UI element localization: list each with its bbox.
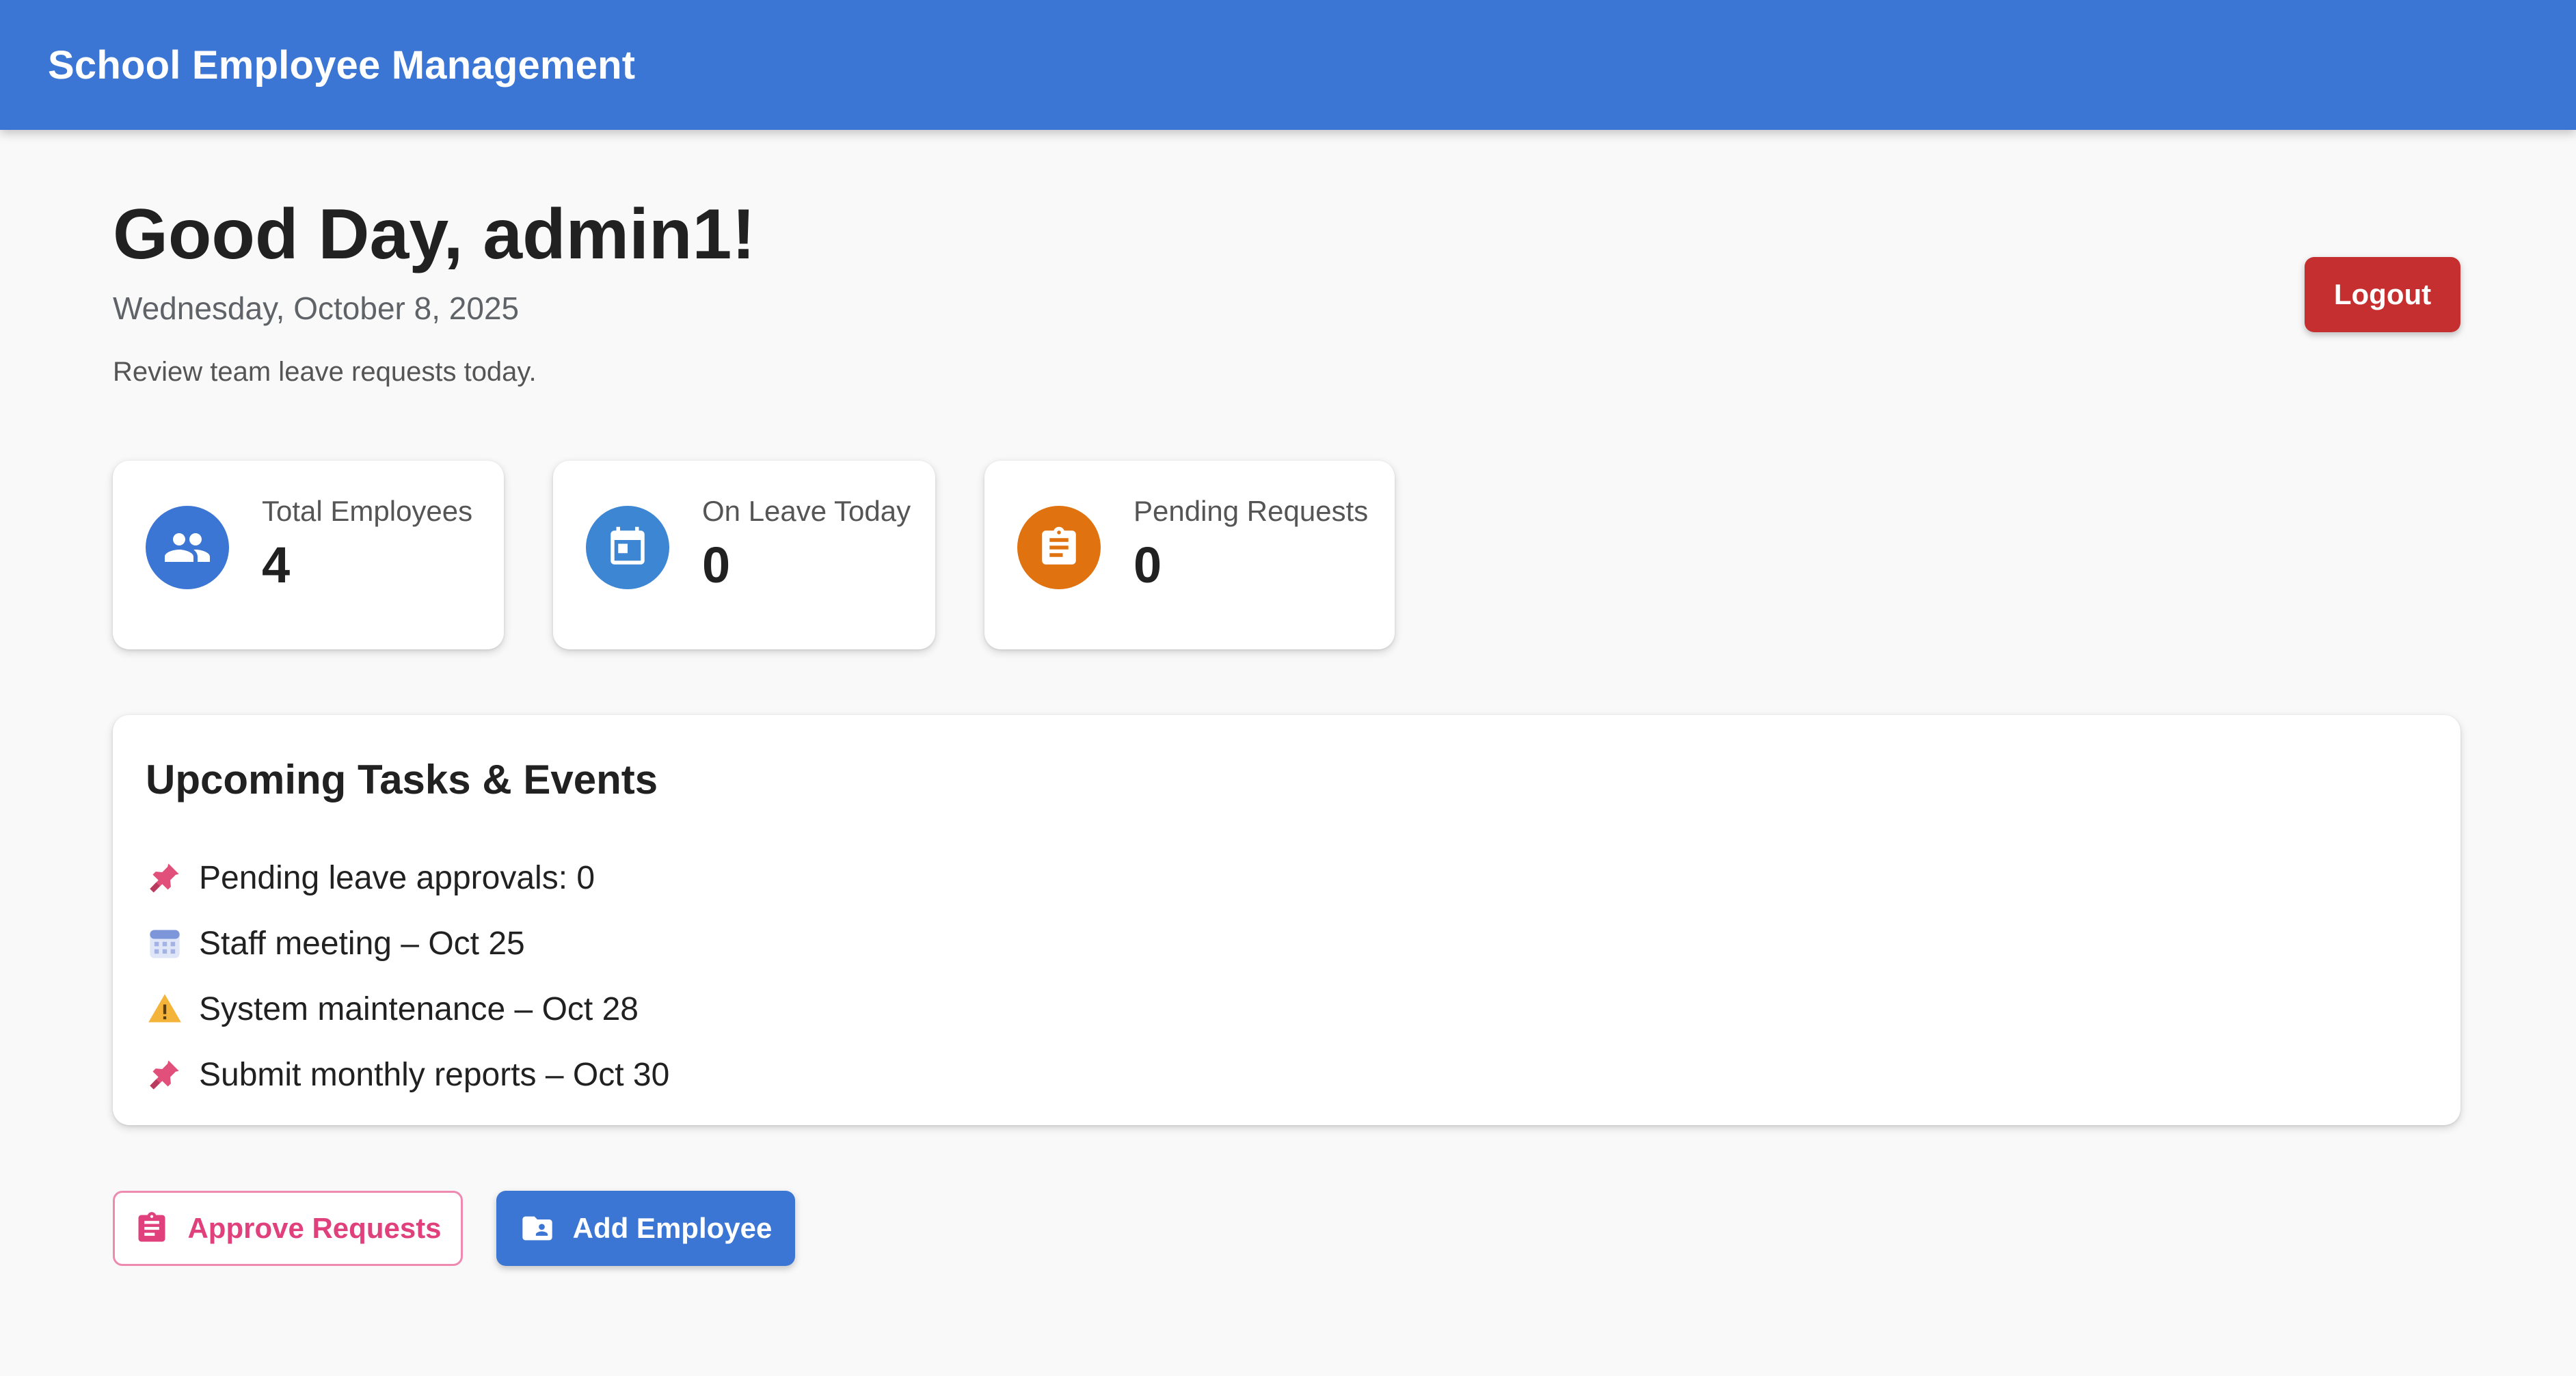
stat-card-on-leave-today: On Leave Today 0 xyxy=(553,461,935,649)
group-icon xyxy=(146,506,229,589)
greeting-heading: Good Day, admin1! xyxy=(113,195,755,274)
list-item: Pending leave approvals: 0 xyxy=(146,854,595,902)
app-bar: School Employee Management xyxy=(0,0,2576,130)
add-employee-button[interactable]: Add Employee xyxy=(496,1191,795,1266)
pushpin-icon xyxy=(146,1055,184,1094)
task-text: Submit monthly reports – Oct 30 xyxy=(199,1056,670,1093)
calendar-icon xyxy=(586,506,669,589)
stat-value: 0 xyxy=(702,537,731,593)
clipboard-icon xyxy=(1017,506,1101,589)
list-item: Staff meeting – Oct 25 xyxy=(146,919,525,967)
stat-label: Total Employees xyxy=(262,495,473,527)
approve-requests-button[interactable]: Approve Requests xyxy=(113,1191,463,1266)
task-text: Pending leave approvals: 0 xyxy=(199,859,595,896)
stat-value: 0 xyxy=(1133,537,1162,593)
approve-requests-label: Approve Requests xyxy=(187,1212,442,1244)
clipboard-icon xyxy=(134,1211,170,1246)
stat-label: Pending Requests xyxy=(1133,495,1369,527)
list-item: Submit monthly reports – Oct 30 xyxy=(146,1051,669,1098)
current-date: Wednesday, October 8, 2025 xyxy=(113,291,520,326)
stat-value: 4 xyxy=(262,537,291,593)
add-employee-label: Add Employee xyxy=(572,1212,773,1244)
calendar-emoji-icon xyxy=(146,924,184,962)
page-subtitle: Review team leave requests today. xyxy=(113,357,537,387)
app-title: School Employee Management xyxy=(48,42,636,87)
stat-card-pending-requests: Pending Requests 0 xyxy=(984,461,1395,649)
upcoming-tasks-card: Upcoming Tasks & Events Pending leave ap… xyxy=(113,715,2460,1125)
tasks-title: Upcoming Tasks & Events xyxy=(146,757,658,802)
stat-label: On Leave Today xyxy=(702,495,911,527)
stat-card-total-employees: Total Employees 4 xyxy=(113,461,504,649)
pushpin-icon xyxy=(146,859,184,897)
task-text: Staff meeting – Oct 25 xyxy=(199,925,525,962)
task-text: System maintenance – Oct 28 xyxy=(199,990,639,1027)
list-item: System maintenance – Oct 28 xyxy=(146,985,639,1033)
logout-button[interactable]: Logout xyxy=(2305,257,2460,332)
folder-user-icon xyxy=(520,1211,555,1246)
warning-icon xyxy=(146,990,184,1028)
